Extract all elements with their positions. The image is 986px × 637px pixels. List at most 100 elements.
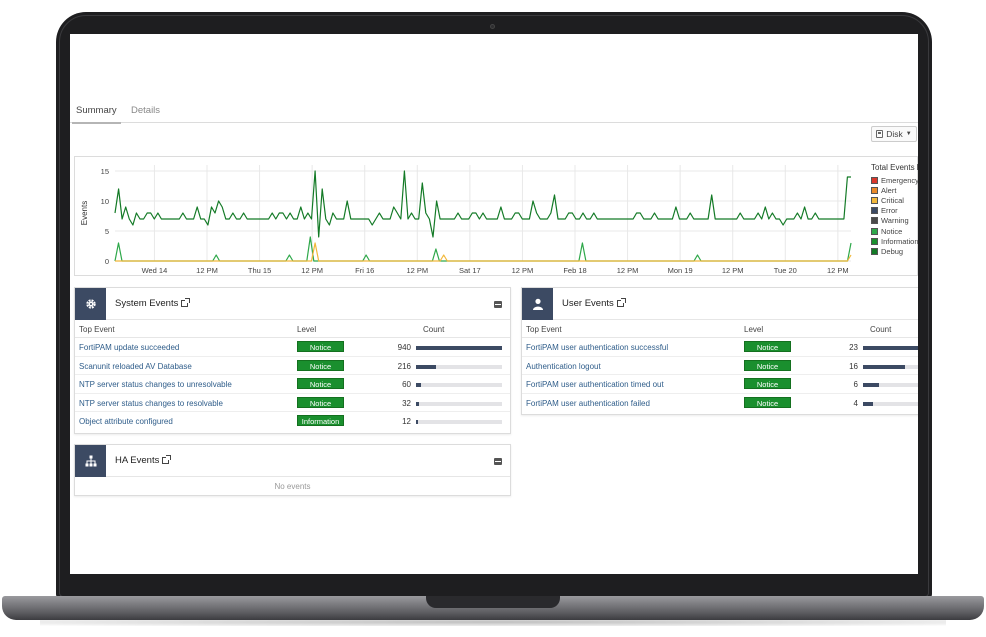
- disk-icon: [876, 130, 884, 138]
- legend-item[interactable]: Information: [871, 236, 918, 246]
- event-link[interactable]: Object attribute configured: [79, 417, 173, 426]
- legend-item[interactable]: Emergency: [871, 175, 918, 185]
- no-events-text: No events: [274, 482, 311, 491]
- chart-legend: Total Events l Emergency Alert Critical Err…: [871, 163, 918, 257]
- x-tick-label: Fri 16: [355, 266, 374, 275]
- y-axis-title: Events: [80, 201, 89, 225]
- legend-label: Notice: [881, 226, 903, 236]
- event-link[interactable]: FortiPAM user authentication timed out: [526, 380, 664, 389]
- count-bar: [416, 364, 502, 369]
- x-tick-label: Mon 19: [668, 266, 693, 275]
- table-row: NTP server status changes to resolvable N…: [75, 394, 510, 413]
- user-events-widget: User Events Top Event Level Count FortiP…: [521, 287, 918, 415]
- count-bar-fill: [863, 346, 918, 350]
- event-link[interactable]: NTP server status changes to resolvable: [79, 399, 223, 408]
- event-link[interactable]: Scanunit reloaded AV Database: [79, 362, 192, 371]
- legend-label: Information: [881, 236, 918, 246]
- event-count: 216: [397, 361, 411, 371]
- event-count: 940: [397, 343, 411, 352]
- legend-swatch: [871, 247, 878, 255]
- level-badge: Notice: [744, 396, 791, 408]
- x-tick-label: Sat 17: [459, 266, 481, 275]
- count-bar: [416, 420, 502, 425]
- count-bar: [863, 346, 918, 350]
- storage-dropdown[interactable]: Disk ▼: [871, 126, 917, 142]
- legend-item[interactable]: Alert: [871, 185, 918, 195]
- system-events-widget: System Events Top Event Level Count Fort…: [74, 287, 511, 434]
- widget-header: HA Events: [75, 445, 510, 477]
- level-badge: Notice: [297, 378, 344, 390]
- legend-label: Alert: [881, 185, 897, 195]
- table-row: Authentication logout Notice 16: [522, 357, 918, 376]
- ha-events-widget: HA Events No events: [74, 444, 511, 496]
- count-bar: [863, 383, 918, 388]
- external-link-icon[interactable]: [162, 455, 172, 464]
- x-tick-label: Wed 14: [142, 266, 168, 275]
- count-bar: [416, 383, 502, 388]
- events-chart-panel: Wed 14 12 PM Thu 15 12 PM Fri 16 12 PM Sat 17 1…: [74, 156, 918, 276]
- storage-dropdown-label: Disk: [886, 129, 903, 139]
- legend-item[interactable]: Critical: [871, 195, 918, 205]
- event-link[interactable]: NTP server status changes to unresolvabl…: [79, 380, 232, 389]
- user-events-table: FortiPAM user authentication successful N…: [522, 338, 918, 412]
- widget-header: User Events: [522, 288, 918, 320]
- x-tick-label: Thu 15: [248, 266, 271, 275]
- level-badge: Information: [297, 415, 344, 427]
- level-badge: Notice: [297, 396, 344, 408]
- legend-item[interactable]: Notice: [871, 226, 918, 236]
- legend-item[interactable]: Warning: [871, 216, 918, 226]
- gear-icon: [85, 299, 96, 309]
- event-link[interactable]: FortiPAM update succeeded: [79, 343, 179, 352]
- count-bar-fill: [416, 346, 502, 350]
- y-tick-label: 0: [105, 257, 109, 266]
- event-count: 12: [402, 417, 411, 427]
- legend-item[interactable]: Error: [871, 206, 918, 216]
- x-tick-label: Tue 20: [774, 266, 797, 275]
- x-tick-label: 12 PM: [301, 266, 323, 275]
- x-tick-label: 12 PM: [827, 266, 849, 275]
- event-link[interactable]: FortiPAM user authentication successful: [526, 343, 668, 352]
- count-bar-fill: [416, 420, 418, 425]
- ha-events-title: HA Events: [115, 455, 160, 466]
- legend-label: Emergency: [881, 175, 918, 185]
- count-bar: [416, 346, 502, 350]
- table-header: Top Event Level Count: [75, 320, 510, 338]
- event-link[interactable]: Authentication logout: [526, 362, 601, 371]
- legend-swatch: [871, 196, 878, 204]
- legend-swatch: [871, 217, 878, 225]
- tab-bar: Summary Details: [70, 101, 918, 124]
- legend-swatch: [871, 186, 878, 194]
- count-bar-fill: [416, 364, 436, 369]
- collapse-button[interactable]: [494, 458, 502, 465]
- table-row: FortiPAM update succeeded Notice 940: [75, 338, 510, 357]
- table-row: Object attribute configured Information 12: [75, 412, 510, 431]
- external-link-icon[interactable]: [181, 298, 191, 307]
- events-chart: Wed 14 12 PM Thu 15 12 PM Fri 16 12 PM Sat 17 1…: [80, 165, 852, 275]
- system-events-title: System Events: [115, 298, 179, 309]
- tab-details[interactable]: Details: [127, 105, 164, 122]
- widget-title[interactable]: System Events: [115, 298, 191, 309]
- laptop-notch: [426, 596, 560, 608]
- level-badge: Notice: [297, 359, 344, 371]
- widget-icon-box: [522, 288, 553, 320]
- collapse-button[interactable]: [494, 301, 502, 308]
- tab-summary[interactable]: Summary: [72, 105, 121, 124]
- count-bar: [416, 401, 502, 406]
- column-count: Count: [423, 325, 445, 334]
- event-link[interactable]: FortiPAM user authentication failed: [526, 399, 650, 408]
- table-row: FortiPAM user authentication successful N…: [522, 338, 918, 357]
- legend-swatch: [871, 227, 878, 235]
- series-line: [114, 236, 852, 262]
- legend-item[interactable]: Debug: [871, 246, 918, 256]
- widget-title[interactable]: HA Events: [115, 455, 172, 466]
- widget-title[interactable]: User Events: [562, 298, 626, 309]
- count-bar-fill: [863, 401, 874, 406]
- external-link-icon[interactable]: [616, 298, 626, 307]
- y-tick-label: 5: [105, 227, 109, 236]
- legend-swatch: [871, 207, 878, 215]
- count-bar-fill: [863, 364, 905, 369]
- x-tick-label: Feb 18: [563, 266, 586, 275]
- event-count: 6: [853, 380, 858, 390]
- table-row: FortiPAM user authentication timed out No…: [522, 375, 918, 394]
- count-bar-fill: [416, 401, 419, 406]
